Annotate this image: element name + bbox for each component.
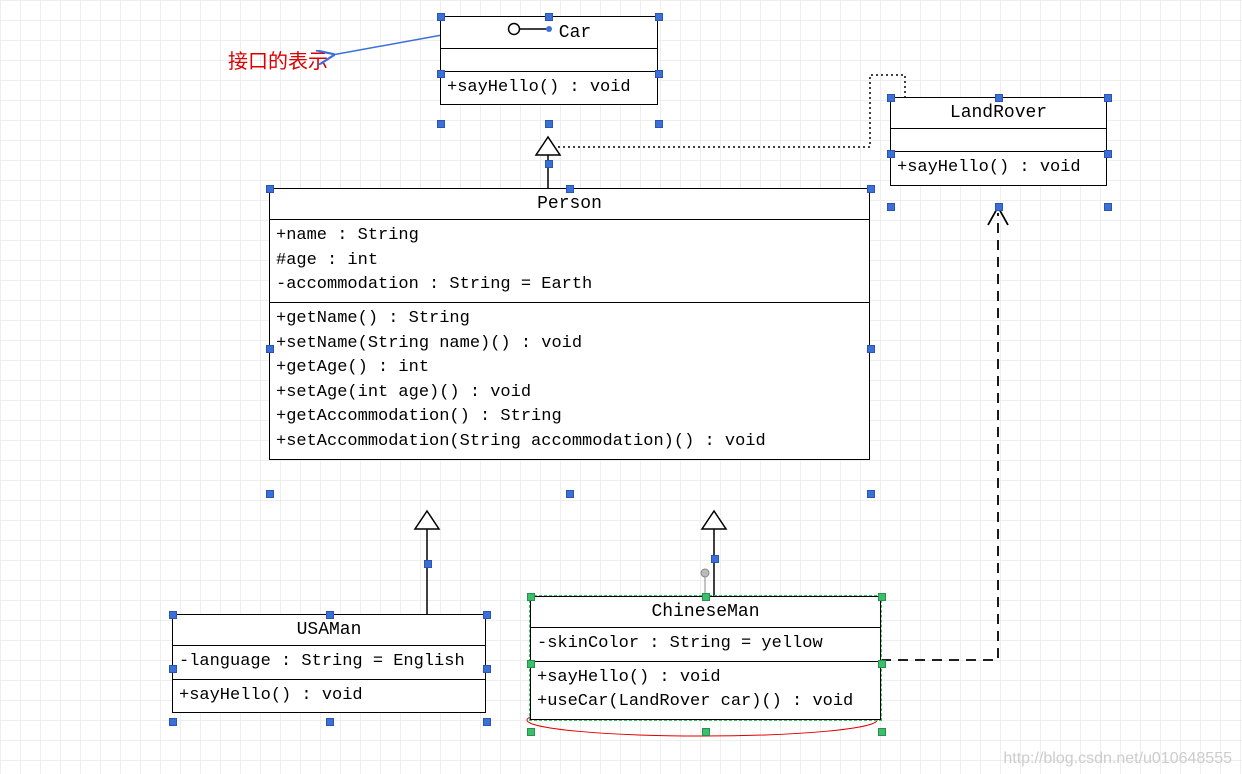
- method-row: +sayHello() : void: [537, 666, 874, 691]
- line-handle[interactable]: [424, 560, 432, 568]
- lollipop-icon: [507, 22, 553, 42]
- class-landrover-attrs: [891, 129, 1106, 152]
- resize-handle[interactable]: [878, 728, 886, 736]
- attr-row: -accommodation : String = Earth: [276, 273, 863, 298]
- class-car-name: Car: [559, 23, 591, 43]
- resize-handle[interactable]: [702, 728, 710, 736]
- resize-handle[interactable]: [483, 611, 491, 619]
- line-handle[interactable]: [545, 160, 553, 168]
- class-chineseman-name: ChineseMan: [651, 602, 759, 622]
- class-car[interactable]: Car +sayHello() : void: [440, 16, 658, 105]
- class-usaman[interactable]: USAMan -language : String = English +say…: [172, 614, 486, 713]
- resize-handle[interactable]: [326, 718, 334, 726]
- class-usaman-methods: +sayHello() : void: [173, 680, 485, 713]
- method-row: +sayHello() : void: [897, 156, 1100, 181]
- resize-handle[interactable]: [1104, 203, 1112, 211]
- resize-handle[interactable]: [527, 593, 535, 601]
- resize-handle[interactable]: [878, 660, 886, 668]
- resize-handle[interactable]: [1104, 94, 1112, 102]
- resize-handle[interactable]: [169, 718, 177, 726]
- resize-handle[interactable]: [545, 13, 553, 21]
- class-car-methods: +sayHello() : void: [441, 72, 657, 105]
- resize-handle[interactable]: [867, 345, 875, 353]
- class-car-attrs: [441, 49, 657, 72]
- attr-row: +name : String: [276, 224, 863, 249]
- class-chineseman[interactable]: ChineseMan -skinColor : String = yellow …: [530, 596, 881, 720]
- attr-row: -skinColor : String = yellow: [537, 632, 874, 657]
- annotation-label: 接口的表示: [228, 45, 328, 74]
- class-landrover-methods: +sayHello() : void: [891, 152, 1106, 185]
- class-usaman-name: USAMan: [297, 620, 362, 640]
- resize-handle[interactable]: [887, 150, 895, 158]
- resize-handle[interactable]: [566, 490, 574, 498]
- class-usaman-title: USAMan: [173, 615, 485, 646]
- class-chineseman-title: ChineseMan: [531, 597, 880, 628]
- class-landrover-title: LandRover: [891, 98, 1106, 129]
- class-car-title: Car: [441, 17, 657, 49]
- resize-handle[interactable]: [655, 120, 663, 128]
- method-row: +setName(String name)() : void: [276, 332, 863, 357]
- resize-handle[interactable]: [566, 185, 574, 193]
- method-row: +setAccommodation(String accommodation)(…: [276, 430, 863, 455]
- resize-handle[interactable]: [326, 611, 334, 619]
- resize-handle[interactable]: [702, 593, 710, 601]
- resize-handle[interactable]: [1104, 150, 1112, 158]
- class-landrover-name: LandRover: [950, 103, 1047, 123]
- attr-row: -language : String = English: [179, 650, 479, 675]
- class-person-title: Person: [270, 189, 869, 220]
- attr-row: #age : int: [276, 249, 863, 274]
- method-row: +getAge() : int: [276, 356, 863, 381]
- resize-handle[interactable]: [437, 13, 445, 21]
- method-row: +sayHello() : void: [447, 76, 651, 101]
- class-landrover[interactable]: LandRover +sayHello() : void: [890, 97, 1107, 186]
- resize-handle[interactable]: [887, 94, 895, 102]
- resize-handle[interactable]: [169, 611, 177, 619]
- method-row: +useCar(LandRover car)() : void: [537, 690, 874, 715]
- method-row: +setAge(int age)() : void: [276, 381, 863, 406]
- resize-handle[interactable]: [483, 718, 491, 726]
- resize-handle[interactable]: [545, 120, 553, 128]
- resize-handle[interactable]: [483, 665, 491, 673]
- class-usaman-attrs: -language : String = English: [173, 646, 485, 680]
- class-person-methods: +getName() : String +setName(String name…: [270, 303, 869, 459]
- resize-handle[interactable]: [527, 728, 535, 736]
- resize-handle[interactable]: [266, 490, 274, 498]
- class-person[interactable]: Person +name : String #age : int -accomm…: [269, 188, 870, 460]
- line-handle[interactable]: [711, 555, 719, 563]
- resize-handle[interactable]: [867, 490, 875, 498]
- resize-handle[interactable]: [887, 203, 895, 211]
- class-person-name: Person: [537, 194, 602, 214]
- resize-handle[interactable]: [655, 13, 663, 21]
- resize-handle[interactable]: [266, 185, 274, 193]
- resize-handle[interactable]: [655, 70, 663, 78]
- resize-handle[interactable]: [995, 94, 1003, 102]
- resize-handle[interactable]: [437, 120, 445, 128]
- class-person-attrs: +name : String #age : int -accommodation…: [270, 220, 869, 303]
- resize-handle[interactable]: [995, 203, 1003, 211]
- resize-handle[interactable]: [527, 660, 535, 668]
- watermark: http://blog.csdn.net/u010648555: [1003, 750, 1232, 768]
- method-row: +sayHello() : void: [179, 684, 479, 709]
- resize-handle[interactable]: [878, 593, 886, 601]
- class-chineseman-attrs: -skinColor : String = yellow: [531, 628, 880, 662]
- resize-handle[interactable]: [437, 70, 445, 78]
- method-row: +getAccommodation() : String: [276, 405, 863, 430]
- resize-handle[interactable]: [867, 185, 875, 193]
- resize-handle[interactable]: [266, 345, 274, 353]
- resize-handle[interactable]: [169, 665, 177, 673]
- class-chineseman-methods: +sayHello() : void +useCar(LandRover car…: [531, 662, 880, 719]
- method-row: +getName() : String: [276, 307, 863, 332]
